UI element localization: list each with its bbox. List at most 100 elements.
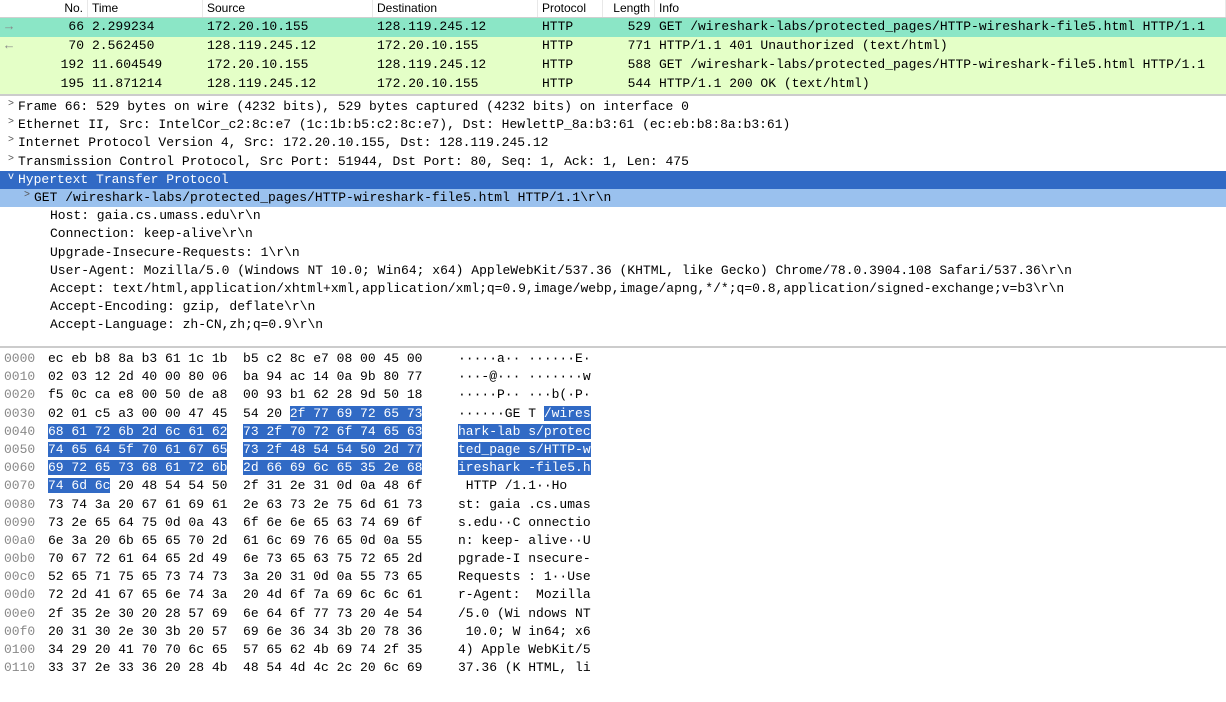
tree-toggle-icon[interactable]: > <box>20 189 34 203</box>
hex-bytes: f5 0c ca e8 00 50 de a8 00 93 b1 62 28 9… <box>48 386 458 404</box>
detail-tree-item[interactable]: Connection: keep-alive\r\n <box>0 225 1226 243</box>
col-header-protocol[interactable]: Protocol <box>538 0 603 17</box>
detail-tree-item[interactable]: >Frame 66: 529 bytes on wire (4232 bits)… <box>0 98 1226 116</box>
packet-list-body[interactable]: →662.299234172.20.10.155128.119.245.12HT… <box>0 18 1226 94</box>
hex-bytes: 72 2d 41 67 65 6e 74 3a 20 4d 6f 7a 69 6… <box>48 586 458 604</box>
detail-tree-item[interactable]: >Transmission Control Protocol, Src Port… <box>0 153 1226 171</box>
col-header-source[interactable]: Source <box>203 0 373 17</box>
detail-tree-item[interactable]: Accept: text/html,application/xhtml+xml,… <box>0 280 1226 298</box>
detail-tree-item[interactable]: User-Agent: Mozilla/5.0 (Windows NT 10.0… <box>0 262 1226 280</box>
detail-tree-item[interactable]: Upgrade-Insecure-Requests: 1\r\n <box>0 244 1226 262</box>
hex-row[interactable]: 0050 74 65 64 5f 70 61 67 65 73 2f 48 54… <box>0 441 1226 459</box>
hex-offset: 0010 <box>4 368 48 386</box>
hex-offset: 00d0 <box>4 586 48 604</box>
wireshark-window: No. Time Source Destination Protocol Len… <box>0 0 1226 702</box>
packet-arrow-icon: → <box>0 18 18 36</box>
detail-text: Hypertext Transfer Protocol <box>18 171 229 189</box>
tree-toggle-icon[interactable]: > <box>4 116 18 130</box>
cell-destination: 128.119.245.12 <box>373 18 538 36</box>
cell-info: HTTP/1.1 200 OK (text/html) <box>655 75 1226 93</box>
hex-row[interactable]: 0010 02 03 12 2d 40 00 80 06 ba 94 ac 14… <box>0 368 1226 386</box>
detail-text: Ethernet II, Src: IntelCor_c2:8c:e7 (1c:… <box>18 116 790 134</box>
hex-row[interactable]: 00f0 20 31 30 2e 30 3b 20 57 69 6e 36 34… <box>0 623 1226 641</box>
hex-row[interactable]: 00a0 6e 3a 20 6b 65 65 70 2d 61 6c 69 76… <box>0 532 1226 550</box>
tree-toggle-icon[interactable]: > <box>4 153 18 167</box>
cell-length: 771 <box>603 37 655 55</box>
hex-offset: 00e0 <box>4 605 48 623</box>
hex-offset: 00a0 <box>4 532 48 550</box>
hex-row[interactable]: 0090 73 2e 65 64 75 0d 0a 43 6f 6e 6e 65… <box>0 514 1226 532</box>
packet-row[interactable]: ←702.562450128.119.245.12172.20.10.155HT… <box>0 37 1226 56</box>
detail-tree-item[interactable]: >Internet Protocol Version 4, Src: 172.2… <box>0 134 1226 152</box>
hex-ascii: 37.36 (K HTML, li <box>458 659 591 677</box>
cell-no: 66 <box>18 18 88 36</box>
hex-row[interactable]: 0080 73 74 3a 20 67 61 69 61 2e 63 73 2e… <box>0 496 1226 514</box>
detail-text: Upgrade-Insecure-Requests: 1\r\n <box>50 244 300 262</box>
col-header-destination[interactable]: Destination <box>373 0 538 17</box>
tree-toggle-icon[interactable]: v <box>4 171 18 185</box>
col-header-time[interactable]: Time <box>88 0 203 17</box>
cell-destination: 172.20.10.155 <box>373 37 538 55</box>
col-header-length[interactable]: Length <box>603 0 655 17</box>
hex-ascii: s.edu··C onnectio <box>458 514 591 532</box>
cell-info: GET /wireshark-labs/protected_pages/HTTP… <box>655 56 1226 74</box>
hex-ascii: hark-lab s/protec <box>458 423 591 441</box>
packet-row[interactable]: →662.299234172.20.10.155128.119.245.12HT… <box>0 18 1226 37</box>
hex-row[interactable]: 0040 68 61 72 6b 2d 6c 61 62 73 2f 70 72… <box>0 423 1226 441</box>
cell-info: GET /wireshark-labs/protected_pages/HTTP… <box>655 18 1226 36</box>
tree-toggle-icon <box>36 244 50 258</box>
hex-offset: 0040 <box>4 423 48 441</box>
cell-protocol: HTTP <box>538 56 603 74</box>
hex-offset: 0080 <box>4 496 48 514</box>
hex-row[interactable]: 00d0 72 2d 41 67 65 6e 74 3a 20 4d 6f 7a… <box>0 586 1226 604</box>
cell-source: 128.119.245.12 <box>203 75 373 93</box>
detail-tree-item[interactable]: vHypertext Transfer Protocol <box>0 171 1226 189</box>
detail-tree-item[interactable]: Accept-Encoding: gzip, deflate\r\n <box>0 298 1226 316</box>
tree-toggle-icon[interactable]: > <box>4 98 18 112</box>
packet-row[interactable]: 19211.604549172.20.10.155128.119.245.12H… <box>0 56 1226 75</box>
packet-bytes-pane[interactable]: 0000 ec eb b8 8a b3 61 1c 1b b5 c2 8c e7… <box>0 347 1226 702</box>
packet-list-pane[interactable]: No. Time Source Destination Protocol Len… <box>0 0 1226 95</box>
cell-time: 2.299234 <box>88 18 203 36</box>
tree-toggle-icon <box>36 225 50 239</box>
tree-toggle-icon <box>36 207 50 221</box>
hex-row[interactable]: 0030 02 01 c5 a3 00 00 47 45 54 20 2f 77… <box>0 405 1226 423</box>
detail-tree-item[interactable]: Host: gaia.cs.umass.edu\r\n <box>0 207 1226 225</box>
packet-row[interactable]: 19511.871214128.119.245.12172.20.10.155H… <box>0 75 1226 94</box>
hex-bytes: ec eb b8 8a b3 61 1c 1b b5 c2 8c e7 08 0… <box>48 350 458 368</box>
hex-ascii: HTTP /1.1··Ho <box>458 477 567 495</box>
tree-toggle-icon[interactable]: > <box>4 134 18 148</box>
hex-offset: 0090 <box>4 514 48 532</box>
hex-bytes: 02 01 c5 a3 00 00 47 45 54 20 2f 77 69 7… <box>48 405 458 423</box>
hex-row[interactable]: 00c0 52 65 71 75 65 73 74 73 3a 20 31 0d… <box>0 568 1226 586</box>
detail-text: Transmission Control Protocol, Src Port:… <box>18 153 689 171</box>
cell-info: HTTP/1.1 401 Unauthorized (text/html) <box>655 37 1226 55</box>
hex-row[interactable]: 0020 f5 0c ca e8 00 50 de a8 00 93 b1 62… <box>0 386 1226 404</box>
hex-ascii: st: gaia .cs.umas <box>458 496 591 514</box>
hex-row[interactable]: 0070 74 6d 6c 20 48 54 54 50 2f 31 2e 31… <box>0 477 1226 495</box>
tree-toggle-icon <box>36 316 50 330</box>
hex-row[interactable]: 00b0 70 67 72 61 64 65 2d 49 6e 73 65 63… <box>0 550 1226 568</box>
hex-ascii: pgrade-I nsecure- <box>458 550 591 568</box>
hex-ascii: ·····a·· ······E· <box>458 350 591 368</box>
cell-protocol: HTTP <box>538 18 603 36</box>
hex-bytes: 6e 3a 20 6b 65 65 70 2d 61 6c 69 76 65 0… <box>48 532 458 550</box>
hex-offset: 00b0 <box>4 550 48 568</box>
detail-tree-item[interactable]: >Ethernet II, Src: IntelCor_c2:8c:e7 (1c… <box>0 116 1226 134</box>
hex-offset: 0020 <box>4 386 48 404</box>
cell-source: 172.20.10.155 <box>203 18 373 36</box>
col-header-info[interactable]: Info <box>655 0 1226 17</box>
hex-row[interactable]: 0100 34 29 20 41 70 70 6c 65 57 65 62 4b… <box>0 641 1226 659</box>
hex-offset: 0050 <box>4 441 48 459</box>
col-header-no[interactable]: No. <box>18 0 88 17</box>
detail-tree-item[interactable]: >GET /wireshark-labs/protected_pages/HTT… <box>0 189 1226 207</box>
hex-ascii: Requests : 1··Use <box>458 568 591 586</box>
packet-details-pane[interactable]: >Frame 66: 529 bytes on wire (4232 bits)… <box>0 95 1226 347</box>
hex-ascii: ·····P·· ···b(·P· <box>458 386 591 404</box>
hex-row[interactable]: 0110 33 37 2e 33 36 20 28 4b 48 54 4d 4c… <box>0 659 1226 677</box>
hex-row[interactable]: 0000 ec eb b8 8a b3 61 1c 1b b5 c2 8c e7… <box>0 350 1226 368</box>
hex-row[interactable]: 0060 69 72 65 73 68 61 72 6b 2d 66 69 6c… <box>0 459 1226 477</box>
detail-tree-item[interactable]: Accept-Language: zh-CN,zh;q=0.9\r\n <box>0 316 1226 334</box>
hex-row[interactable]: 00e0 2f 35 2e 30 20 28 57 69 6e 64 6f 77… <box>0 605 1226 623</box>
cell-time: 11.871214 <box>88 75 203 93</box>
